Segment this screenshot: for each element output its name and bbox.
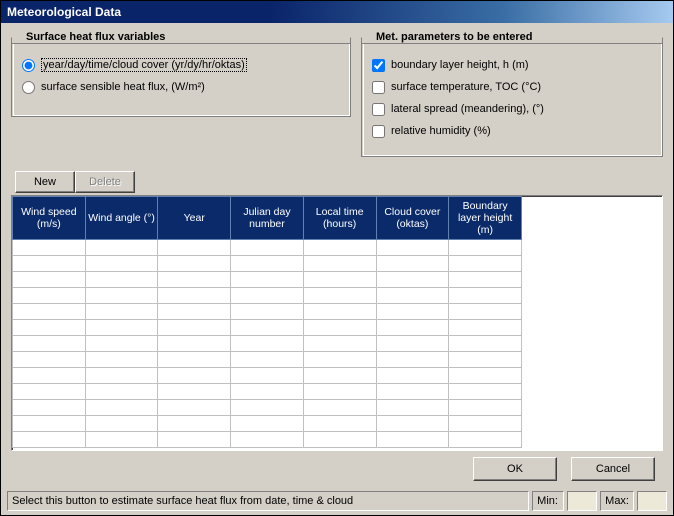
new-button[interactable]: New: [15, 171, 75, 193]
check-relative-humidity[interactable]: relative humidity (%): [372, 121, 652, 141]
radio-year-day-time[interactable]: year/day/time/cloud cover (yr/dy/hr/okta…: [22, 55, 340, 75]
table-row[interactable]: [13, 432, 522, 448]
table-row[interactable]: [13, 368, 522, 384]
col-wind-angle[interactable]: Wind angle (°): [85, 197, 158, 240]
radio-year-day-time-input[interactable]: [22, 59, 35, 72]
ok-button[interactable]: OK: [473, 457, 557, 481]
check-lateral-spread-label: lateral spread (meandering), (°): [391, 103, 544, 115]
radio-sensible-heat-flux-label: surface sensible heat flux, (W/m²): [41, 81, 205, 93]
status-min-label: Min:: [532, 491, 564, 511]
table-row[interactable]: [13, 240, 522, 256]
window-title: Meteorological Data: [7, 5, 121, 19]
dialog-window: Meteorological Data Surface heat flux va…: [0, 0, 674, 516]
col-wind-speed[interactable]: Wind speed (m/s): [13, 197, 86, 240]
check-relative-humidity-label: relative humidity (%): [391, 125, 491, 137]
table-row[interactable]: [13, 400, 522, 416]
col-year[interactable]: Year: [158, 197, 231, 240]
check-boundary-layer-label: boundary layer height, h (m): [391, 59, 529, 71]
radio-sensible-heat-flux[interactable]: surface sensible heat flux, (W/m²): [22, 77, 340, 97]
met-data-table[interactable]: Wind speed (m/s) Wind angle (°) Year Jul…: [12, 196, 522, 448]
status-max-label: Max:: [600, 491, 634, 511]
radio-sensible-heat-flux-input[interactable]: [22, 81, 35, 94]
status-min-value: [567, 491, 597, 511]
check-surface-temp-label: surface temperature, TOC (°C): [391, 81, 541, 93]
met-parameters-group: Met. parameters to be entered boundary l…: [361, 31, 663, 157]
table-row[interactable]: [13, 288, 522, 304]
check-lateral-spread-input[interactable]: [372, 103, 385, 116]
check-surface-temp[interactable]: surface temperature, TOC (°C): [372, 77, 652, 97]
table-row[interactable]: [13, 384, 522, 400]
status-hint: Select this button to estimate surface h…: [7, 491, 529, 511]
col-local-time[interactable]: Local time (hours): [303, 197, 376, 240]
check-relative-humidity-input[interactable]: [372, 125, 385, 138]
top-groups-row: Surface heat flux variables year/day/tim…: [11, 31, 663, 157]
table-row[interactable]: [13, 256, 522, 272]
col-cloud-cover[interactable]: Cloud cover (oktas): [376, 197, 449, 240]
title-bar: Meteorological Data: [1, 1, 673, 23]
check-surface-temp-input[interactable]: [372, 81, 385, 94]
radio-year-day-time-label: year/day/time/cloud cover (yr/dy/hr/okta…: [41, 58, 247, 72]
cancel-button[interactable]: Cancel: [571, 457, 655, 481]
table-row[interactable]: [13, 336, 522, 352]
status-bar: Select this button to estimate surface h…: [7, 491, 667, 511]
surface-heat-flux-group: Surface heat flux variables year/day/tim…: [11, 31, 351, 117]
status-max-value: [637, 491, 667, 511]
table-header-row: Wind speed (m/s) Wind angle (°) Year Jul…: [13, 197, 522, 240]
table-button-bar: New Delete: [15, 171, 663, 193]
client-area: Surface heat flux variables year/day/tim…: [1, 23, 673, 515]
table-row[interactable]: [13, 352, 522, 368]
check-lateral-spread[interactable]: lateral spread (meandering), (°): [372, 99, 652, 119]
table-row[interactable]: [13, 272, 522, 288]
surface-group-legend: Surface heat flux variables: [22, 31, 169, 43]
col-julian-day[interactable]: Julian day number: [231, 197, 304, 240]
check-boundary-layer-input[interactable]: [372, 59, 385, 72]
table-row[interactable]: [13, 304, 522, 320]
met-group-legend: Met. parameters to be entered: [372, 31, 537, 43]
table-row[interactable]: [13, 416, 522, 432]
col-boundary-layer[interactable]: Boundary layer height (m): [449, 197, 522, 240]
dialog-button-row: OK Cancel: [473, 457, 655, 481]
data-table-container: Wind speed (m/s) Wind angle (°) Year Jul…: [11, 195, 663, 451]
table-row[interactable]: [13, 320, 522, 336]
table-body[interactable]: [13, 240, 522, 448]
check-boundary-layer[interactable]: boundary layer height, h (m): [372, 55, 652, 75]
delete-button[interactable]: Delete: [75, 171, 135, 193]
